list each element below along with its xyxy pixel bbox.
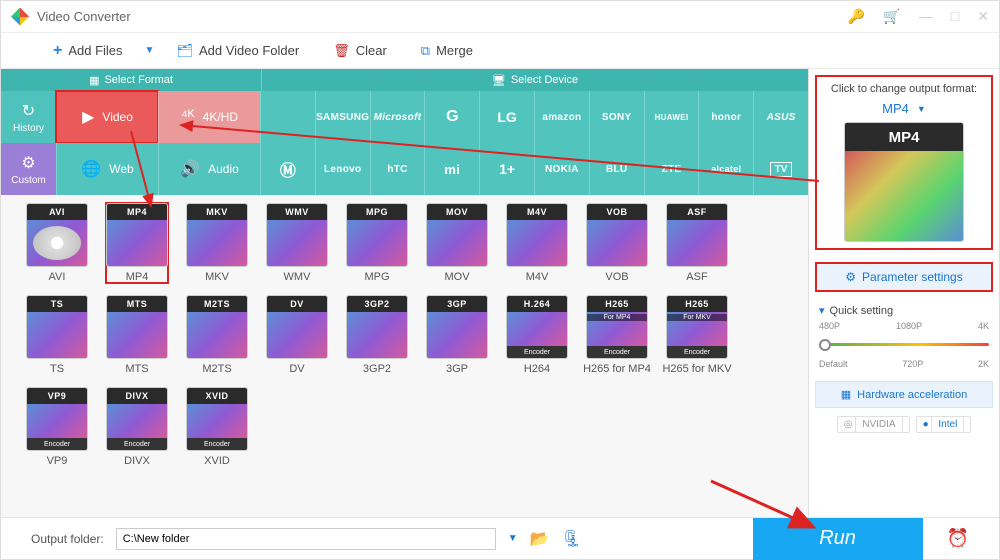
- format-3gp2[interactable]: 3GP23GP2: [346, 295, 408, 375]
- format-grid: AVIAVI MP4MP4 MKVMKV WMVWMV MPGMPG MOVMOV M4VM…: [1, 195, 808, 517]
- nvidia-badge: ◎ NVIDIA: [837, 416, 910, 433]
- brand-huawei[interactable]: HUAWEI: [644, 91, 699, 143]
- brand-htc[interactable]: hTC: [370, 143, 425, 195]
- brand-amazon[interactable]: amazon: [534, 91, 589, 143]
- gpu-badges: ◎ NVIDIA ● Intel: [815, 416, 993, 433]
- format-vp9[interactable]: VP9EncoderVP9: [26, 387, 88, 467]
- brand-motorola[interactable]: Ⓜ: [260, 143, 315, 195]
- format-vob[interactable]: VOBVOB: [586, 203, 648, 283]
- format-mov[interactable]: MOVMOV: [426, 203, 488, 283]
- select-format-header: ▦ Select Format: [1, 69, 261, 91]
- format-mpg[interactable]: MPGMPG: [346, 203, 408, 283]
- output-format-panel: Click to change output format: MP4▼ MP4: [815, 75, 993, 250]
- format-3gp[interactable]: 3GP3GP: [426, 295, 488, 375]
- custom-button[interactable]: ⚙Custom: [1, 143, 56, 195]
- app-title: Video Converter: [37, 9, 131, 24]
- hd-icon: ⁴ᴷ: [181, 108, 195, 126]
- app-logo-icon: [11, 8, 29, 26]
- format-avi[interactable]: AVIAVI: [26, 203, 88, 283]
- clear-button[interactable]: 🗑Clear: [321, 33, 399, 68]
- format-h265-for-mkv[interactable]: H265For MKVEncoderH265 for MKV: [666, 295, 728, 375]
- brand-xiaomi[interactable]: mi: [424, 143, 479, 195]
- motorola-icon: Ⓜ: [280, 157, 296, 181]
- trash-icon: 🗑: [333, 43, 350, 59]
- open-folder-icon[interactable]: 📂: [530, 529, 550, 549]
- brand-honor[interactable]: honor: [698, 91, 753, 143]
- output-format-thumb: MP4: [844, 122, 964, 242]
- format-wmv[interactable]: WMVWMV: [266, 203, 328, 283]
- format-m2ts[interactable]: M2TSM2TS: [186, 295, 248, 375]
- format-divx[interactable]: DIVXEncoderDIVX: [106, 387, 168, 467]
- maximize-button[interactable]: □: [951, 8, 959, 25]
- select-device-header: 🖥 Select Device: [261, 69, 808, 91]
- sliders-icon: ⚙: [845, 270, 856, 284]
- brand-lg[interactable]: LG: [479, 91, 534, 143]
- brand-google[interactable]: G: [424, 91, 479, 143]
- format-h265-for-mp4[interactable]: H265For MP4EncoderH265 for MP4: [586, 295, 648, 375]
- format-mkv[interactable]: MKVMKV: [186, 203, 248, 283]
- brand-nokia[interactable]: NOKIA: [534, 143, 589, 195]
- zip-icon[interactable]: 🗜: [562, 529, 582, 549]
- merge-icon: ⧉: [421, 43, 430, 59]
- category-video[interactable]: ▶Video: [56, 91, 158, 143]
- brand-alcatel[interactable]: alcatel: [698, 143, 753, 195]
- output-format-hint: Click to change output format:: [831, 83, 977, 95]
- brand-microsoft[interactable]: Microsoft: [370, 91, 425, 143]
- merge-button[interactable]: ⧉Merge: [409, 33, 485, 68]
- clock-icon[interactable]: ⏰: [947, 528, 969, 549]
- plus-icon: +: [53, 42, 62, 60]
- minimize-button[interactable]: —: [919, 8, 933, 25]
- chevron-down-icon[interactable]: ▼: [508, 533, 518, 544]
- output-folder-label: Output folder:: [31, 532, 104, 546]
- brand-oneplus[interactable]: 1+: [479, 143, 534, 195]
- history-icon: ↻: [22, 101, 35, 121]
- cart-icon[interactable]: 🛒: [883, 8, 900, 25]
- bottom-bar: Output folder: ▼ 📂 🗜 Run ⏰: [1, 517, 999, 559]
- globe-icon: 🌐: [81, 159, 101, 179]
- format-xvid[interactable]: XVIDEncoderXVID: [186, 387, 248, 467]
- chevron-down-icon: ▼: [917, 104, 926, 114]
- brand-lenovo[interactable]: Lenovo: [315, 143, 370, 195]
- format-mp4[interactable]: MP4MP4: [106, 203, 168, 283]
- parameter-settings-button[interactable]: ⚙Parameter settings: [815, 262, 993, 292]
- brand-samsung[interactable]: SAMSUNG: [315, 91, 370, 143]
- category-audio[interactable]: 🔊Audio: [158, 143, 260, 195]
- gear-icon: ⚙: [21, 153, 35, 173]
- titlebar: Video Converter 🔑 🛒 — □ ✕: [1, 1, 999, 33]
- hardware-accel-button[interactable]: ▦Hardware acceleration: [815, 381, 993, 408]
- key-icon[interactable]: 🔑: [848, 8, 865, 25]
- format-h264[interactable]: H.264EncoderH264: [506, 295, 568, 375]
- brand-asus[interactable]: ASUS: [753, 91, 808, 143]
- brand-zte[interactable]: ZTE: [644, 143, 699, 195]
- folder-plus-icon: 🗂: [176, 43, 193, 59]
- add-files-dropdown-icon[interactable]: ▼: [145, 45, 155, 56]
- close-button[interactable]: ✕: [977, 8, 989, 25]
- speaker-icon: 🔊: [180, 159, 200, 179]
- brand-tv[interactable]: TV: [753, 143, 808, 195]
- brand-sony[interactable]: SONY: [589, 91, 644, 143]
- add-folder-button[interactable]: 🗂Add Video Folder: [164, 33, 311, 68]
- intel-badge: ● Intel: [916, 416, 972, 433]
- output-format-select[interactable]: MP4▼: [823, 101, 985, 116]
- history-button[interactable]: ↻History: [1, 91, 56, 143]
- format-m4v[interactable]: M4VM4V: [506, 203, 568, 283]
- format-mts[interactable]: MTSMTS: [106, 295, 168, 375]
- run-button[interactable]: Run: [753, 518, 923, 560]
- brand-blu[interactable]: BLU: [589, 143, 644, 195]
- oneplus-icon: 1+: [499, 161, 515, 177]
- category-web[interactable]: 🌐Web: [56, 143, 158, 195]
- format-ts[interactable]: TSTS: [26, 295, 88, 375]
- brand-apple[interactable]: [260, 91, 315, 143]
- category-4k-hd[interactable]: ⁴ᴷ4K/HD: [158, 91, 260, 143]
- format-dv[interactable]: DVDV: [266, 295, 328, 375]
- play-icon: ▶: [82, 107, 94, 127]
- output-folder-input[interactable]: [116, 528, 496, 550]
- chevron-down-icon[interactable]: ▾: [819, 304, 825, 317]
- chip-icon: ▦: [841, 388, 851, 401]
- format-asf[interactable]: ASFASF: [666, 203, 728, 283]
- main-toolbar: +Add Files ▼ 🗂Add Video Folder 🗑Clear ⧉M…: [1, 33, 999, 69]
- add-files-button[interactable]: +Add Files: [41, 33, 135, 68]
- quality-slider[interactable]: [819, 331, 989, 361]
- quick-setting-panel: ▾Quick setting 480P1080P4K Default720P2K: [819, 304, 989, 369]
